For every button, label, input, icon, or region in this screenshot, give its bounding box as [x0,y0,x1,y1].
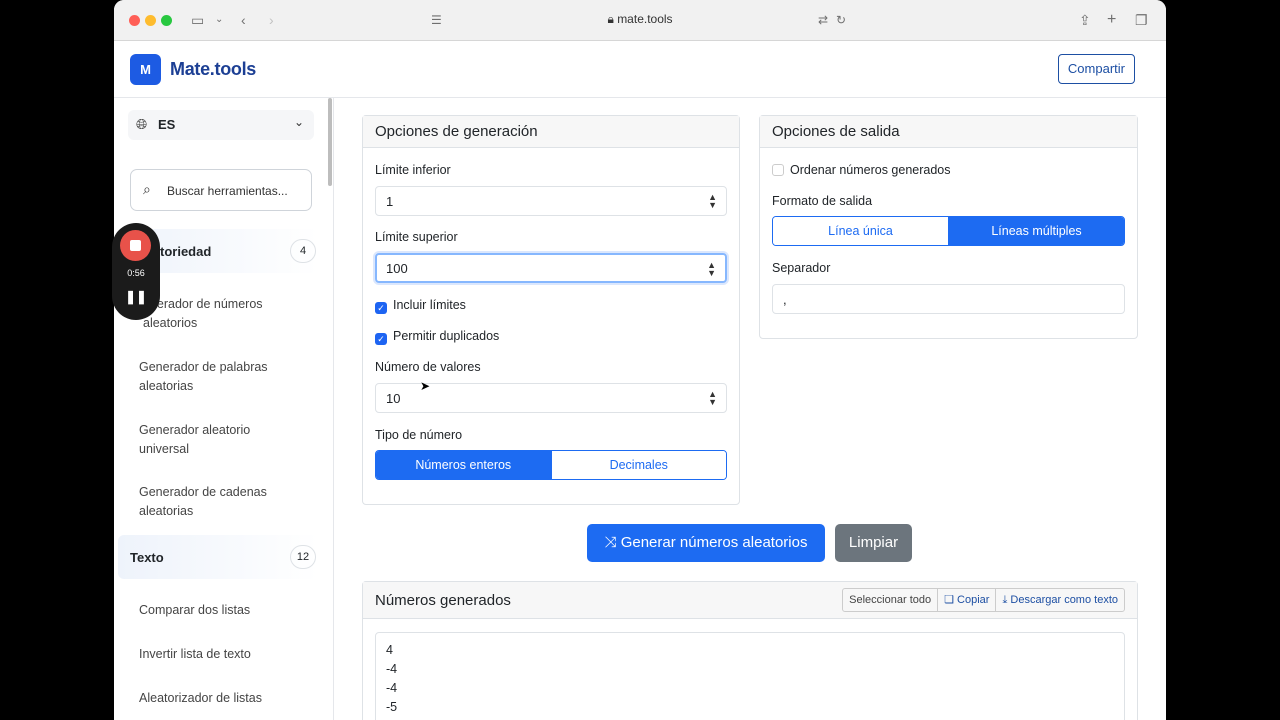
results-card: Números generados Seleccionar todo ❏ Cop… [362,581,1138,720]
card-title: Opciones de salida [760,116,1137,148]
checkbox-label: Ordenar números generados [790,163,951,177]
separator-label: Separador [772,261,831,275]
result-value: 4 [386,643,393,657]
sort-checkbox[interactable]: Ordenar números generados [772,163,951,177]
upper-limit-label: Límite superior [375,230,458,244]
url-text: mate.tools [617,12,673,26]
single-line-option[interactable]: Línea única [773,217,948,245]
number-type-toggle: Números enteros Decimales [375,450,727,480]
lower-limit-input[interactable]: 1 ▲ ▼ [375,186,727,216]
category-label: toriedad [160,244,212,259]
category-label: Texto [130,550,164,565]
output-format-label: Formato de salida [772,194,873,208]
sidebar-item-list-randomizer[interactable]: Aleatorizador de listas [139,689,299,708]
mouse-pointer-icon: ➤ [420,379,431,393]
tab-overview-icon[interactable]: ❐ [1135,12,1148,28]
sidebar-scrollbar[interactable] [328,98,332,186]
results-actions: Seleccionar todo ❏ Copiar ⤓ Descargar co… [842,588,1125,612]
copy-button[interactable]: ❏ Copiar [937,589,995,611]
checkbox-label: Permitir duplicados [393,329,500,343]
generate-button[interactable]: ⤨ Generar números aleatorios [587,524,825,562]
generation-options-card: Opciones de generación Límite inferior 1… [362,115,740,505]
search-input[interactable]: ⌕ Buscar herramientas... [130,169,312,211]
result-value: -4 [386,662,398,676]
checkbox-icon [772,164,784,176]
sidebar-item-compare-lists[interactable]: Comparar dos listas [139,601,299,620]
language-selector[interactable]: 🌐︎ ES ⌄ [128,110,314,140]
category-count: 4 [290,239,316,263]
share-button[interactable]: Compartir [1057,54,1135,84]
download-button[interactable]: ⤓ Descargar como texto [995,589,1124,611]
reload-icon[interactable]: ↻ [836,12,846,28]
globe-icon: 🌐︎ [136,116,148,132]
pause-icon[interactable]: ❚❚ [112,289,160,305]
sidebar-item-random-strings[interactable]: Generador de cadenas aleatorias [139,483,299,521]
select-all-button[interactable]: Seleccionar todo [843,589,937,611]
button-label: Copiar [957,594,990,606]
sidebar-item-random-words[interactable]: Generador de palabras aleatorias [139,358,299,396]
card-title: Opciones de generación [363,116,739,148]
input-value: 1 [386,194,394,209]
logo[interactable]: M [130,54,161,85]
upper-limit-input[interactable]: 100 ▲ ▼ [375,253,727,283]
clipboard-icon: ❏ [944,594,954,606]
browser-toolbar: ▭ ⌄ ‹ › ☰ 🔒︎ mate.tools ⇄ ↻ ⇪ + ❐ [114,0,1166,41]
separator-input[interactable]: , [772,284,1125,314]
button-label: Generar números aleatorios [620,534,808,551]
search-icon: ⌕ [143,181,151,197]
checkmark-icon: ✓ [375,333,387,345]
stepper-icon[interactable]: ▲ ▼ [707,261,716,278]
number-type-label: Tipo de número [375,428,463,442]
count-label: Número de valores [375,360,481,374]
allow-duplicates-checkbox[interactable]: ✓ Permitir duplicados [375,329,499,345]
category-texto[interactable]: Texto 12 [118,535,318,579]
input-value: 10 [386,391,401,406]
integers-option[interactable]: Números enteros [376,451,551,479]
checkmark-icon: ✓ [375,302,387,314]
result-value: -4 [386,681,398,695]
category-count: 12 [290,545,316,569]
stepper-icon[interactable]: ▲ ▼ [708,193,717,210]
browser-window: ▭ ⌄ ‹ › ☰ 🔒︎ mate.tools ⇄ ↻ ⇪ + ❐ M Mate… [114,0,1166,720]
language-code: ES [158,117,176,132]
sidebar: 🌐︎ ES ⌄ ⌕ Buscar herramientas... torieda… [114,98,334,720]
button-label: Descargar como texto [1010,594,1118,606]
results-output[interactable]: 4 -4 -4 -5 5 [375,632,1125,720]
checkbox-label: Incluir límites [393,298,466,312]
share-icon[interactable]: ⇪ [1079,12,1091,28]
clear-button[interactable]: Limpiar [835,524,912,562]
input-value: 100 [386,261,408,276]
new-tab-icon[interactable]: + [1107,12,1116,28]
include-limits-checkbox[interactable]: ✓ Incluir límites [375,298,466,314]
recording-time: 0:56 [127,268,145,278]
lower-limit-label: Límite inferior [375,163,451,177]
shuffle-icon: ⤨ [604,534,617,551]
stepper-icon[interactable]: ▲ ▼ [708,390,717,407]
app-header: M Mate.tools Compartir [114,41,1166,98]
lock-icon: 🔒︎ [607,12,614,26]
stop-recording-button[interactable] [120,230,151,261]
sidebar-item-reverse-list[interactable]: Invertir lista de texto [139,645,299,664]
multi-line-option[interactable]: Líneas múltiples [948,217,1124,245]
download-icon: ⤓ [1002,594,1008,606]
search-placeholder: Buscar herramientas... [167,184,288,198]
sidebar-item-universal-random[interactable]: Generador aleatorio universal [139,421,299,459]
input-value: , [783,292,787,307]
chevron-down-icon: ⌄ [293,115,304,129]
brand-name[interactable]: Mate.tools [170,59,256,80]
translate-icon[interactable]: ⇄ [818,12,828,28]
output-format-toggle: Línea única Líneas múltiples [772,216,1125,246]
sidebar-item-random-numbers[interactable]: enerador de números aleatorios [143,295,303,333]
result-value: -5 [386,700,398,714]
screen-recorder: 0:56 ❚❚ [112,223,160,320]
address-bar[interactable]: 🔒︎ mate.tools [114,12,1166,27]
output-options-card: Opciones de salida Ordenar números gener… [759,115,1138,339]
decimals-option[interactable]: Decimales [550,451,726,479]
